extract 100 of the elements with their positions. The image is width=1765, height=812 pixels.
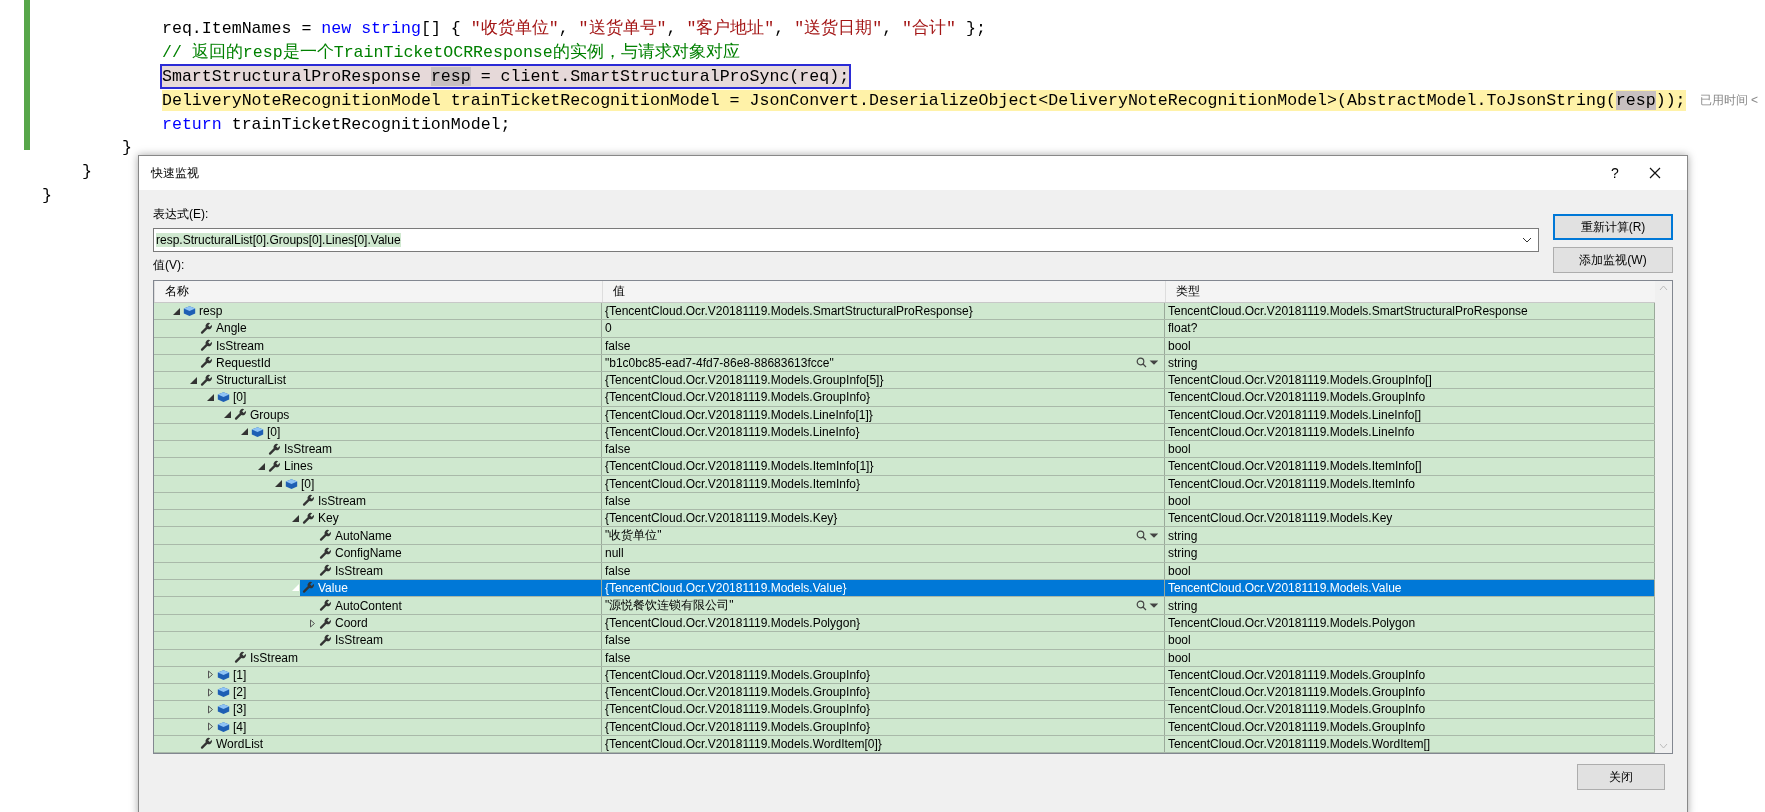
expand-arrow-icon[interactable] (206, 722, 215, 732)
wrench-icon (200, 356, 213, 370)
wrench-icon (234, 651, 247, 665)
collapse-arrow-icon[interactable] (189, 375, 198, 385)
member-type: bool (1168, 633, 1192, 648)
object-icon (183, 305, 196, 318)
member-value: false (605, 493, 632, 508)
member-type: bool (1168, 493, 1192, 508)
member-name: IsStream (318, 493, 366, 508)
collapse-arrow-icon[interactable] (257, 461, 266, 471)
member-type: TencentCloud.Ocr.V20181119.Models.SmartStructuralProResponse (1168, 304, 1529, 319)
member-name: ConfigName (335, 546, 402, 561)
help-button[interactable]: ? (1595, 158, 1635, 188)
wrench-icon (319, 616, 332, 630)
watch-row[interactable]: AutoContent "源悦餐饮连锁有限公司" string (154, 597, 1655, 616)
expand-arrow-icon[interactable] (308, 618, 317, 628)
member-name: [4] (233, 719, 247, 734)
collapse-arrow-icon[interactable] (206, 392, 215, 402)
watch-row[interactable]: AutoName "收货单位" string (154, 527, 1655, 546)
column-header[interactable]: 名称 (154, 281, 602, 303)
dropdown-caret-icon[interactable] (1522, 237, 1532, 243)
member-value: {TencentCloud.Ocr.V20181119.Models.Polygon} (605, 616, 862, 631)
member-value: "b1c0bc85-ead7-4fd7-86e8-88683613fcce" (605, 355, 835, 370)
wrench-icon (302, 494, 315, 508)
member-name: [0] (267, 424, 281, 439)
member-name: Coord (335, 616, 368, 631)
member-value: {TencentCloud.Ocr.V20181119.Models.WordItem[0]} (605, 736, 883, 751)
member-type: TencentCloud.Ocr.V20181119.Models.GroupInfo (1168, 390, 1427, 405)
collapse-arrow-icon[interactable] (223, 410, 232, 420)
member-type: TencentCloud.Ocr.V20181119.Models.LineInfo (1168, 424, 1416, 439)
dialog-button[interactable]: 重新计算(R) (1553, 214, 1673, 240)
watch-row[interactable]: ConfigName null string (154, 545, 1655, 563)
code-brace: } (122, 138, 132, 157)
member-value: {TencentCloud.Ocr.V20181119.Models.GroupInfo} (605, 702, 872, 717)
watch-row[interactable]: Coord {TencentCloud.Ocr.V20181119.Models.Polygon} TencentCloud.Ocr.V20181119.Models.Polygon (154, 615, 1655, 633)
wrench-icon (234, 408, 247, 422)
collapse-arrow-icon[interactable] (240, 427, 249, 437)
collapse-arrow-icon[interactable] (172, 306, 181, 316)
member-value: {TencentCloud.Ocr.V20181119.Models.LineInfo[1]} (605, 407, 874, 422)
member-name: Key (318, 511, 339, 526)
wrench-icon (319, 529, 332, 543)
dialog-button[interactable]: 添加监视(W) (1553, 247, 1673, 273)
value-label: 值(V): (153, 257, 186, 274)
member-type: TencentCloud.Ocr.V20181119.Models.ItemInfo (1168, 476, 1417, 491)
watch-row[interactable]: [0] {TencentCloud.Ocr.V20181119.Models.GroupInfo} TencentCloud.Ocr.V20181119.Models.GroupInfo (154, 389, 1655, 407)
watch-row[interactable]: [2] {TencentCloud.Ocr.V20181119.Models.GroupInfo} TencentCloud.Ocr.V20181119.Models.GroupInfo (154, 684, 1655, 702)
member-name: [3] (233, 702, 247, 717)
close-button[interactable]: 关闭 (1577, 764, 1665, 790)
member-type: TencentCloud.Ocr.V20181119.Models.Polygon (1168, 616, 1417, 631)
member-type: bool (1168, 650, 1192, 665)
watch-row[interactable]: [3] {TencentCloud.Ocr.V20181119.Models.GroupInfo} TencentCloud.Ocr.V20181119.Models.GroupInfo (154, 701, 1655, 719)
member-value: false (605, 338, 632, 353)
member-type: bool (1168, 442, 1192, 457)
collapse-arrow-icon[interactable] (274, 479, 283, 489)
collapse-arrow-icon[interactable] (291, 513, 300, 523)
object-icon (217, 686, 230, 699)
search-icon[interactable] (1136, 357, 1158, 369)
member-type: string (1168, 355, 1199, 370)
member-name: AutoContent (335, 598, 402, 613)
member-value: false (605, 650, 632, 665)
watch-row[interactable]: IsStream false bool (154, 441, 1655, 459)
column-header[interactable]: 值 (602, 281, 1165, 303)
member-value: {TencentCloud.Ocr.V20181119.Models.GroupInfo} (605, 685, 872, 700)
expand-arrow-icon[interactable] (206, 704, 215, 714)
dialog-title: 快速监视 (151, 164, 200, 182)
member-value: {TencentCloud.Ocr.V20181119.Models.Value} (605, 580, 848, 595)
elapsed-time-hint: 已用时间 < (1699, 91, 1758, 109)
watch-row[interactable]: IsStream false bool (154, 632, 1655, 650)
expand-arrow-icon[interactable] (206, 670, 215, 680)
wrench-icon (319, 599, 332, 613)
search-icon[interactable] (1136, 600, 1158, 612)
wrench-icon (302, 581, 315, 595)
code-line: return trainTicketRecognitionModel; (162, 113, 511, 135)
member-type: TencentCloud.Ocr.V20181119.Models.WordItem[] (1168, 736, 1432, 751)
member-name: IsStream (335, 633, 383, 648)
member-value: {TencentCloud.Ocr.V20181119.Models.LineInfo} (605, 424, 861, 439)
member-type: TencentCloud.Ocr.V20181119.Models.Key (1168, 511, 1394, 526)
member-name: [0] (301, 476, 315, 491)
member-value: {TencentCloud.Ocr.V20181119.Models.GroupInfo} (605, 390, 872, 405)
expand-arrow-icon[interactable] (206, 687, 215, 697)
wrench-icon (319, 546, 332, 560)
member-name: [0] (233, 390, 247, 405)
search-icon[interactable] (1136, 530, 1158, 542)
member-value: {TencentCloud.Ocr.V20181119.Models.GroupInfo} (605, 719, 872, 734)
member-value: false (605, 563, 632, 578)
member-type: TencentCloud.Ocr.V20181119.Models.LineInfo[] (1168, 407, 1423, 422)
watch-row[interactable]: StructuralList {TencentCloud.Ocr.V20181119.Models.GroupInfo[5]} TencentCloud.Ocr.V20181119.Models.GroupInfo[] (154, 372, 1655, 390)
watch-row[interactable]: Lines {TencentCloud.Ocr.V20181119.Models.ItemInfo[1]} TencentCloud.Ocr.V20181119.Models.ItemInfo[] (154, 458, 1655, 476)
member-name: Lines (284, 459, 313, 474)
member-type: TencentCloud.Ocr.V20181119.Models.GroupInfo (1168, 685, 1427, 700)
wrench-icon (200, 339, 213, 353)
member-name: IsStream (335, 563, 383, 578)
watch-row[interactable]: Angle 0 float? (154, 320, 1655, 338)
wrench-icon (200, 737, 213, 751)
watch-row[interactable]: resp {TencentCloud.Ocr.V20181119.Models.SmartStructuralProResponse} TencentCloud.Ocr.V20181119.Models.SmartStructuralProResponse (154, 303, 1655, 321)
object-icon (217, 720, 230, 733)
watch-row[interactable]: Key {TencentCloud.Ocr.V20181119.Models.Key} TencentCloud.Ocr.V20181119.Models.Key (154, 510, 1655, 528)
member-value: {TencentCloud.Ocr.V20181119.Models.ItemInfo[1]} (605, 459, 875, 474)
expression-field[interactable]: resp.StructuralList[0].Groups[0].Lines[0].Value (153, 228, 1539, 252)
member-value: {TencentCloud.Ocr.V20181119.Models.ItemInfo} (605, 476, 862, 491)
